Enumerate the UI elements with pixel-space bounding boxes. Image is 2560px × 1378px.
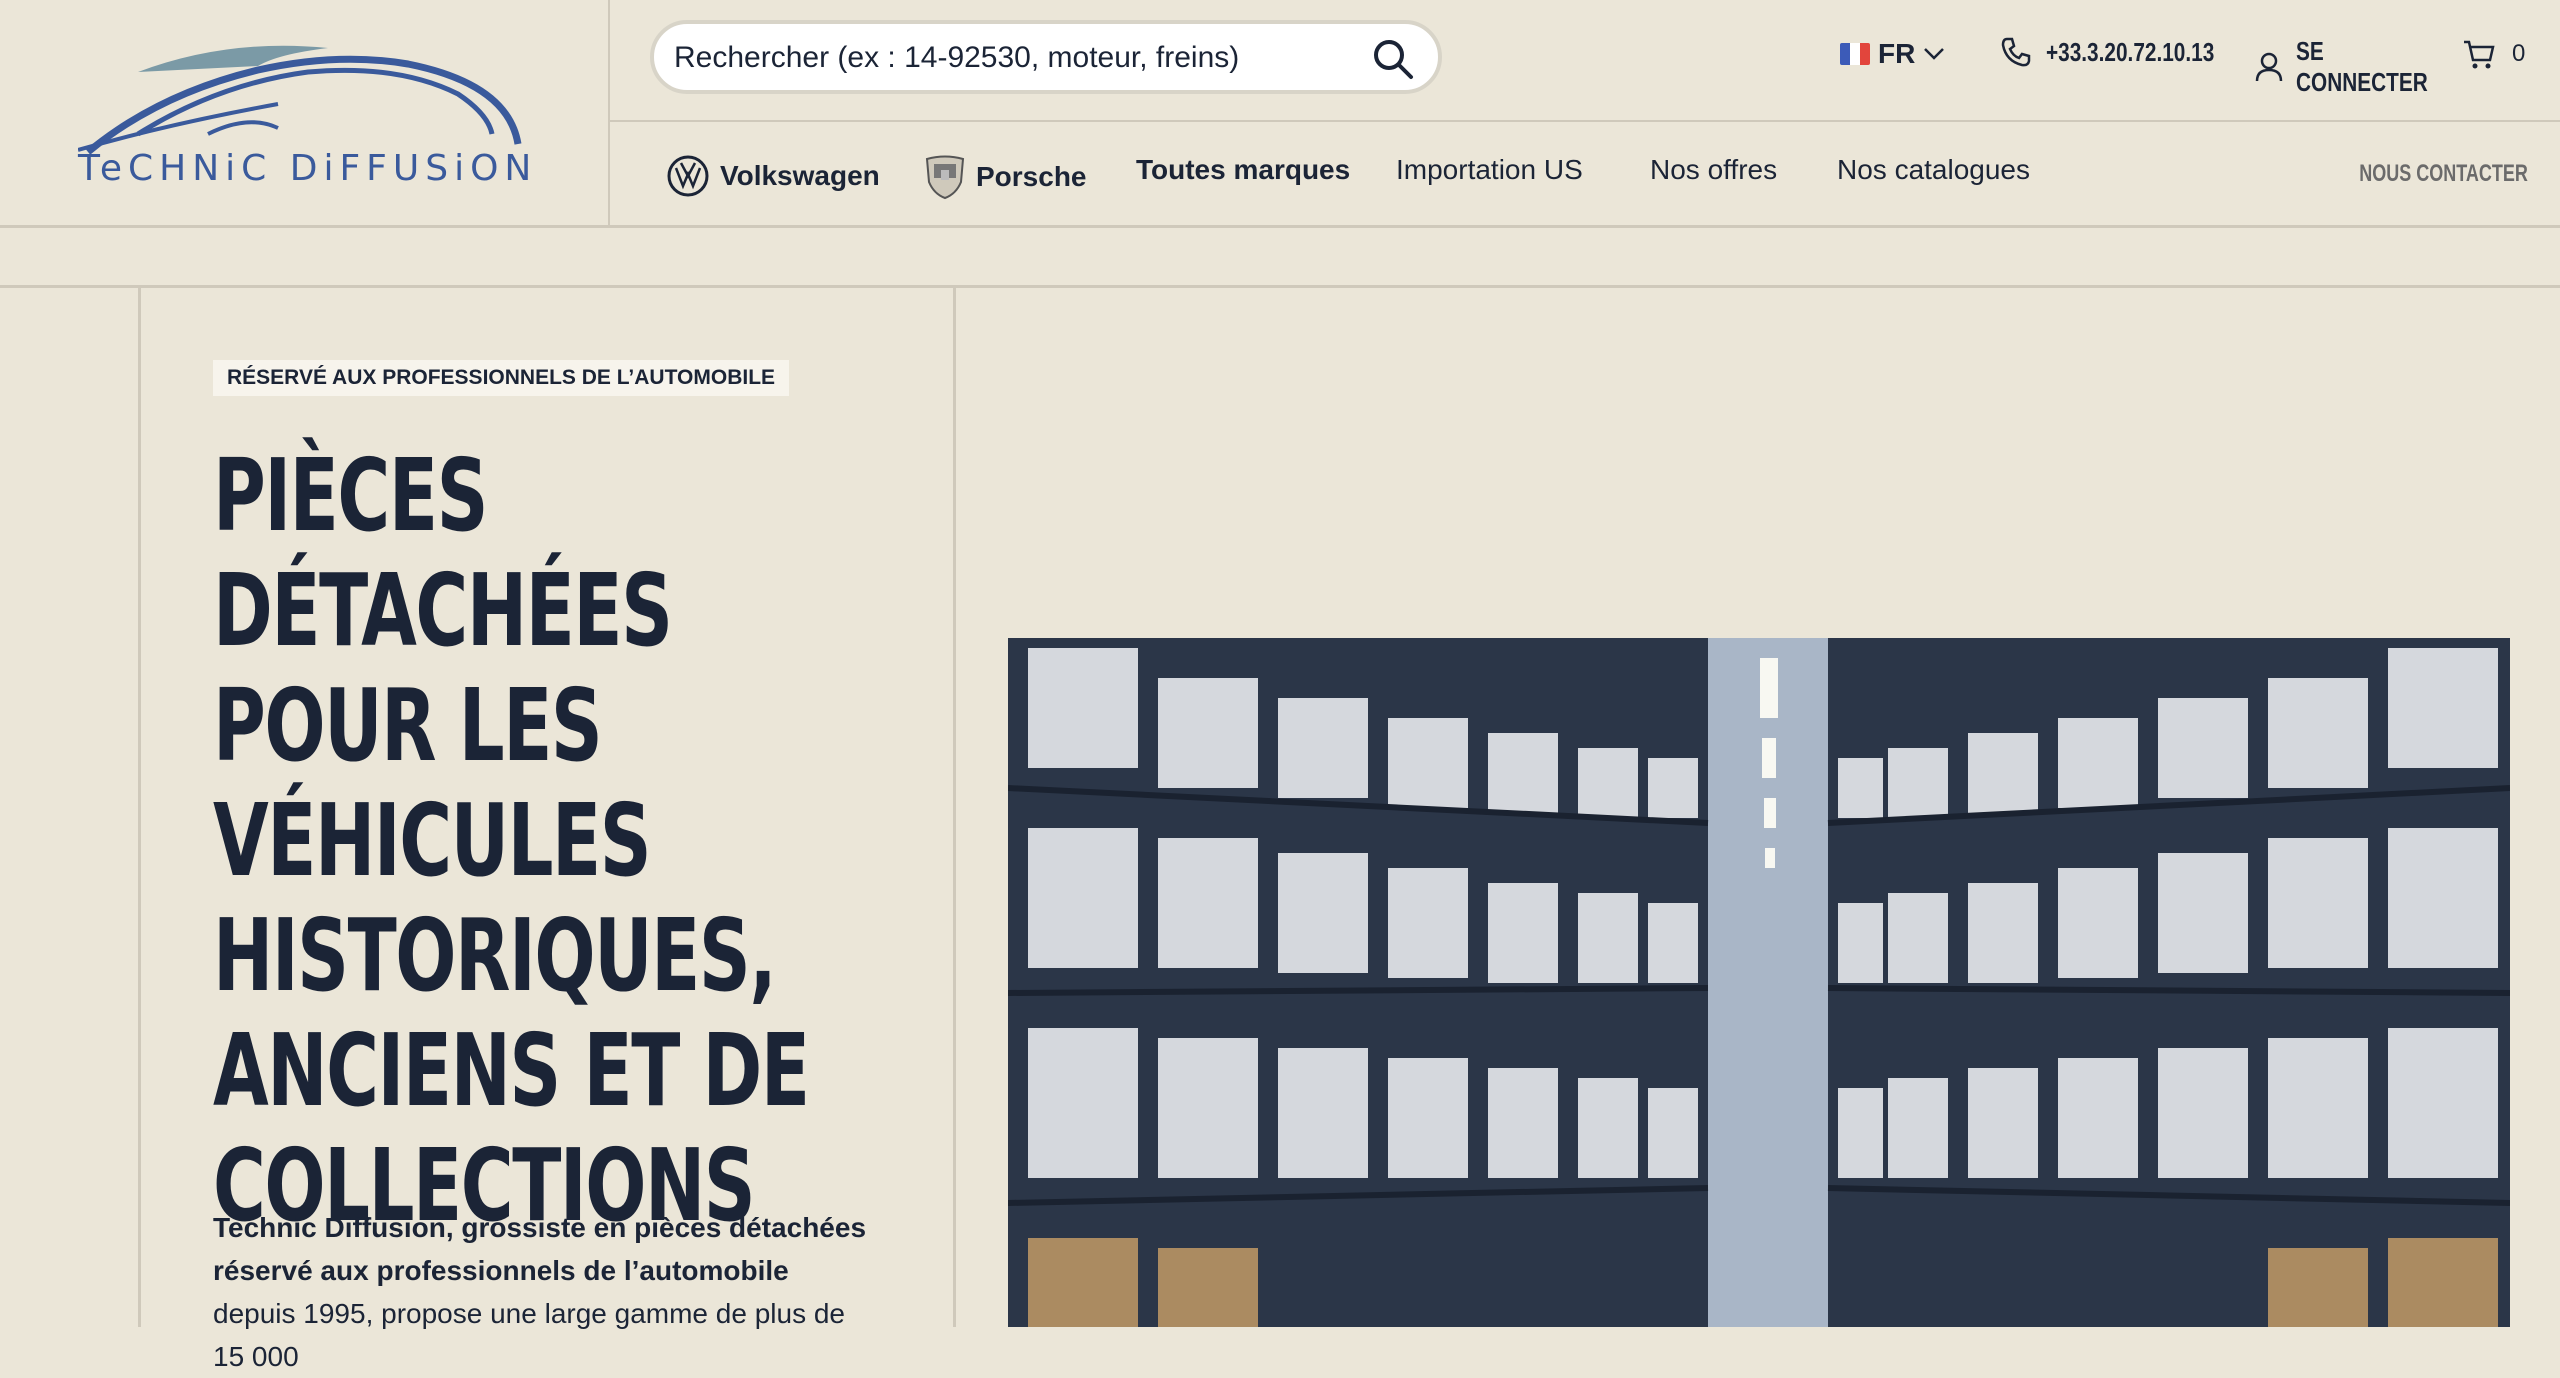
headline-line: POUR LES: [213, 667, 603, 784]
nav-label-nos-catalogues: Nos catalogues: [1837, 154, 2031, 185]
cart-icon: [2464, 40, 2495, 69]
site-header: TeCHNiC DiFFUSiON FR +33.3.20.72.10.13 S…: [0, 0, 2560, 228]
nav-item-toutes-marques[interactable]: Toutes marques: [1136, 154, 1350, 186]
nav-label-importation-us: Importation US: [1396, 154, 1583, 185]
main-nav: Volkswagen Porsche Toutes marques Import…: [610, 122, 2560, 226]
logo[interactable]: TeCHNiC DiFFUSiON: [0, 0, 610, 226]
search-icon[interactable]: [1372, 38, 1414, 85]
headline-line: ANCIENS ET DE: [213, 1012, 810, 1129]
pro-only-badge: RÉSERVÉ AUX PROFESSIONNELS DE L’AUTOMOBI…: [213, 360, 790, 396]
contact-link[interactable]: NOUS CONTACTER: [2359, 160, 2528, 188]
hero-headline: PIÈCES DÉTACHÉES POUR LES VÉHICULES HIST…: [213, 438, 933, 1243]
headline-line: VÉHICULES: [213, 782, 652, 899]
spacer-strip: [0, 228, 2560, 288]
user-icon: [2255, 52, 2283, 82]
hero-intro: Technic Diffusion, grossiste en pièces d…: [213, 1206, 873, 1378]
login-link[interactable]: SE CONNECTER: [2254, 36, 2446, 98]
search-box[interactable]: [650, 20, 1442, 94]
nav-label-nos-offres: Nos offres: [1650, 154, 1778, 185]
login-label: SE CONNECTER: [2296, 36, 2428, 97]
porsche-crest-icon: [925, 155, 965, 200]
hero-text-panel: RÉSERVÉ AUX PROFESSIONNELS DE L’AUTOMOBI…: [138, 288, 956, 1372]
top-bar: FR +33.3.20.72.10.13 SE CONNECTER 0: [610, 0, 2560, 122]
nav-item-importation-us[interactable]: Importation US: [1396, 154, 1583, 186]
nav-item-porsche[interactable]: Porsche: [924, 154, 1087, 200]
cart-count: 0: [2512, 40, 2526, 67]
nav-label-toutes-marques: Toutes marques: [1136, 154, 1351, 185]
volkswagen-logo-icon: [667, 155, 709, 197]
car-silhouette-logo-icon: [78, 45, 522, 154]
nav-item-nos-offres[interactable]: Nos offres: [1650, 154, 1777, 186]
nav-item-nos-catalogues[interactable]: Nos catalogues: [1837, 154, 2030, 186]
nav-label-porsche: Porsche: [976, 161, 1087, 192]
phone-link[interactable]: +33.3.20.72.10.13: [2000, 36, 2256, 68]
language-label: FR: [1878, 38, 1916, 69]
search-input[interactable]: [672, 36, 1356, 80]
chevron-down-icon: [1924, 48, 1945, 60]
french-flag-icon: [1840, 43, 1870, 65]
nav-item-volkswagen[interactable]: Volkswagen: [666, 154, 880, 198]
intro-rest: depuis 1995, propose une large gamme de …: [213, 1298, 845, 1372]
headline-line: HISTORIQUES,: [213, 897, 777, 1014]
cart-link[interactable]: 0: [2462, 38, 2525, 70]
warehouse-image: [1008, 638, 2510, 1327]
language-selector[interactable]: FR: [1840, 38, 1945, 70]
logo-wordmark: TeCHNiC DiFFUSiON: [78, 148, 538, 189]
intro-bold: Technic Diffusion, grossiste en pièces d…: [213, 1212, 867, 1286]
headline-line: PIÈCES DÉTACHÉES: [213, 437, 673, 669]
phone-icon: [2001, 37, 2031, 67]
phone-number: +33.3.20.72.10.13: [2046, 36, 2215, 67]
nav-label-volkswagen: Volkswagen: [720, 160, 880, 191]
